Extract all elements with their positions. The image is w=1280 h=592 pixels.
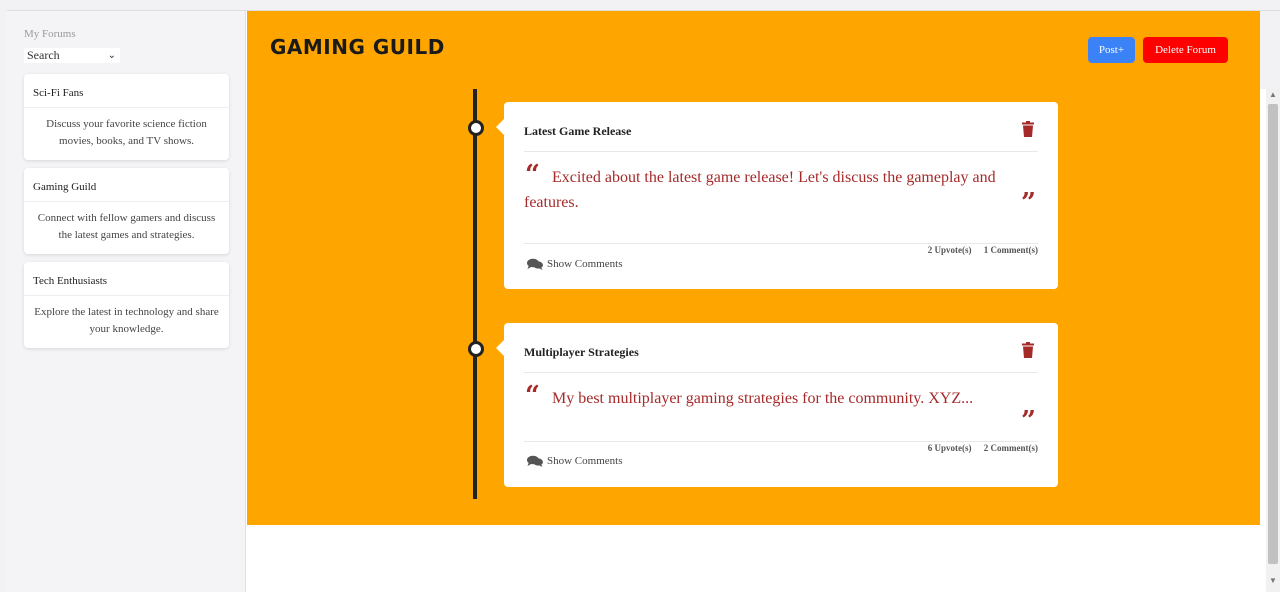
forum-search-select[interactable]: Search ⌄ bbox=[24, 48, 120, 63]
post-divider bbox=[524, 243, 1038, 244]
forum-card-title: Tech Enthusiasts bbox=[24, 262, 229, 296]
forum-card-description: Discuss your favorite science fiction mo… bbox=[46, 118, 207, 147]
post-card-arrow bbox=[496, 119, 504, 135]
comment-count: 1 Comment(s) bbox=[983, 245, 1038, 255]
scrollbar-thumb[interactable] bbox=[1268, 104, 1278, 564]
post-card: Latest Game Release “ Excited about the … bbox=[496, 102, 1058, 289]
forum-card-description: Explore the latest in technology and sha… bbox=[34, 306, 219, 335]
quote-close-icon: ” bbox=[1021, 406, 1036, 436]
post-stats: 6 Upvote(s) 2 Comment(s) bbox=[918, 443, 1038, 453]
forum-card-title: Sci-Fi Fans bbox=[24, 74, 229, 108]
forum-main-panel: GAMING GUILD Post+ Delete Forum Latest G… bbox=[247, 11, 1260, 525]
post-stats: 2 Upvote(s) 1 Comment(s) bbox=[918, 245, 1038, 255]
post-divider bbox=[524, 151, 1038, 152]
post-body: My best multiplayer gaming strategies fo… bbox=[552, 390, 974, 407]
trash-icon[interactable] bbox=[1022, 342, 1034, 358]
timeline-line bbox=[473, 89, 477, 499]
forum-card-tech-enthusiasts[interactable]: Tech Enthusiasts Explore the latest in t… bbox=[24, 262, 229, 348]
chevron-down-icon: ⌄ bbox=[107, 50, 116, 61]
scroll-down-icon[interactable]: ▼ bbox=[1268, 576, 1278, 586]
upvote-count: 2 Upvote(s) bbox=[927, 245, 972, 255]
forum-card-gaming-guild[interactable]: Gaming Guild Connect with fellow gamers … bbox=[24, 168, 229, 254]
timeline-dot bbox=[468, 120, 484, 136]
post-title: Latest Game Release bbox=[524, 124, 632, 138]
forum-title: GAMING GUILD bbox=[270, 35, 445, 59]
show-comments-label: Show Comments bbox=[547, 455, 623, 467]
show-comments-button[interactable]: Show Comments bbox=[527, 455, 623, 468]
post-divider bbox=[524, 441, 1038, 442]
forum-card-sci-fi-fans[interactable]: Sci-Fi Fans Discuss your favorite scienc… bbox=[24, 74, 229, 160]
comments-icon bbox=[527, 259, 543, 271]
sidebar: My Forums Search ⌄ Sci-Fi Fans Discuss y… bbox=[7, 11, 246, 592]
post-divider bbox=[524, 372, 1038, 373]
post-body: Excited about the latest game release! L… bbox=[524, 169, 996, 211]
search-select-value: Search bbox=[27, 48, 60, 62]
forum-card-description: Connect with fellow gamers and discuss t… bbox=[37, 212, 216, 241]
upvote-count: 6 Upvote(s) bbox=[927, 443, 972, 453]
post-button[interactable]: Post+ bbox=[1088, 37, 1135, 63]
show-comments-label: Show Comments bbox=[547, 258, 623, 270]
browser-top-strip bbox=[0, 0, 1280, 11]
post-card: Multiplayer Strategies “ My best multipl… bbox=[496, 323, 1058, 487]
sidebar-title: My Forums bbox=[24, 28, 76, 40]
right-gutter bbox=[1260, 11, 1280, 89]
quote-close-icon: ” bbox=[1021, 188, 1036, 218]
comment-count: 2 Comment(s) bbox=[983, 443, 1038, 453]
forum-card-title: Gaming Guild bbox=[24, 168, 229, 202]
left-edge bbox=[0, 10, 7, 592]
post-card-arrow bbox=[496, 340, 504, 356]
timeline-dot bbox=[468, 341, 484, 357]
delete-forum-button[interactable]: Delete Forum bbox=[1143, 37, 1228, 63]
trash-icon[interactable] bbox=[1022, 121, 1034, 137]
comments-icon bbox=[527, 456, 543, 468]
post-title: Multiplayer Strategies bbox=[524, 345, 639, 359]
show-comments-button[interactable]: Show Comments bbox=[527, 258, 623, 271]
scroll-up-icon[interactable]: ▲ bbox=[1268, 90, 1278, 100]
